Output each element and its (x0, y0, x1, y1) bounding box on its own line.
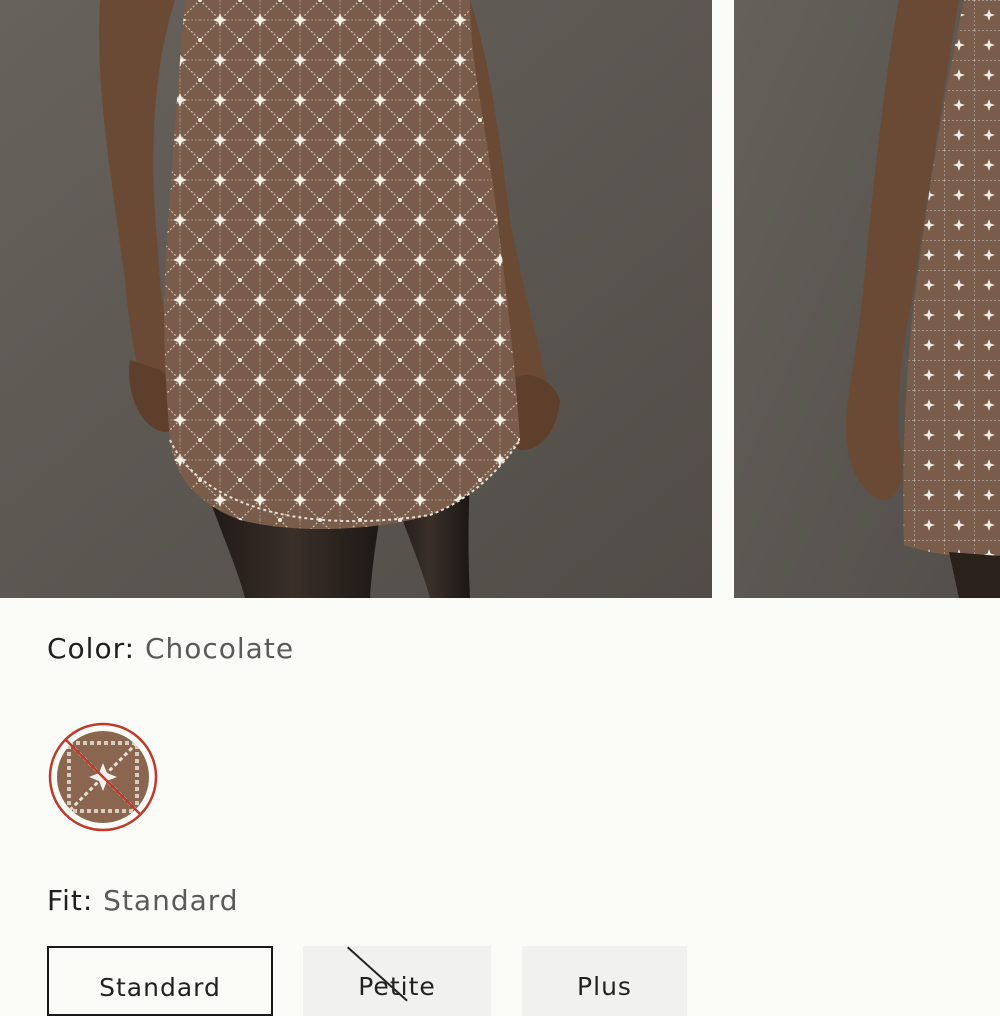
fit-option-petite[interactable]: Petite (303, 946, 491, 1016)
product-gallery (0, 0, 1000, 598)
product-photo-front[interactable] (0, 0, 712, 598)
fit-label: Fit: (47, 884, 94, 917)
color-value: Chocolate (144, 632, 295, 665)
fit-value: Standard (103, 884, 239, 917)
product-photo-side[interactable] (734, 0, 1000, 598)
fit-option-label: Petite (358, 972, 436, 1001)
fit-option-label: Plus (577, 972, 632, 1001)
color-label: Color: (47, 632, 136, 665)
color-selection-label: Color: Chocolate (47, 632, 294, 665)
fit-selection-label: Fit: Standard (47, 884, 239, 917)
fit-option-label: Standard (99, 973, 221, 1002)
fit-option-standard[interactable]: Standard (47, 946, 273, 1016)
fit-option-plus[interactable]: Plus (522, 946, 687, 1016)
color-swatch-chocolate[interactable] (47, 721, 159, 833)
